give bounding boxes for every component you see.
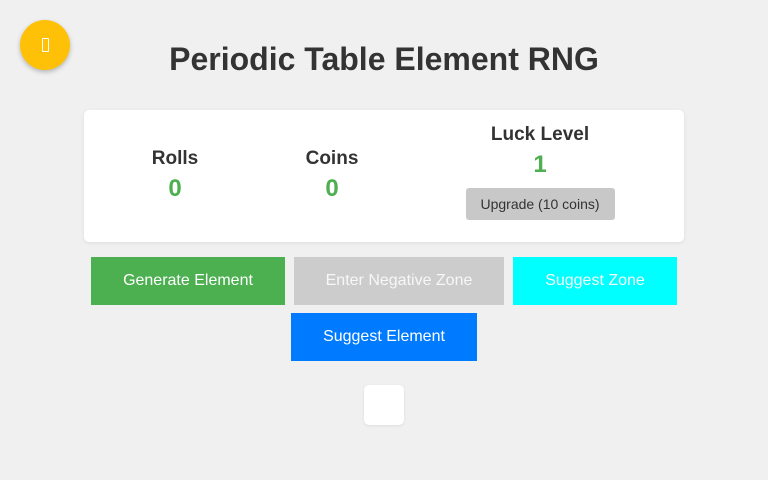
page-title: Periodic Table Element RNG (169, 41, 599, 77)
rolls-stat: Rolls 0 (124, 148, 226, 204)
stats-card: Rolls 0 Coins 0 Luck Level 1 Upgrade (10… (84, 110, 684, 242)
coins-stat: Coins 0 (282, 148, 382, 204)
luck-stat: Luck Level 1 Upgrade (10 coins) (456, 124, 624, 220)
app-page: Periodic Table Element RNG Rolls 0 Coins… (0, 0, 768, 480)
rolls-value: 0 (168, 175, 182, 202)
negative-zone-button[interactable]: Enter Negative Zone (294, 257, 504, 305)
suggest-zone-button[interactable]: Suggest Zone (513, 257, 677, 305)
element-result-box (364, 385, 404, 425)
luck-label: Luck Level (490, 124, 590, 145)
upgrade-luck-button[interactable]: Upgrade (10 coins) (465, 188, 615, 220)
coins-label: Coins (305, 148, 359, 169)
rolls-label: Rolls (151, 148, 199, 169)
generate-element-button[interactable]: Generate Element (91, 257, 285, 305)
luck-value: 1 (533, 151, 547, 178)
suggest-element-button[interactable]: Suggest Element (291, 313, 477, 361)
coins-value: 0 (325, 175, 339, 202)
